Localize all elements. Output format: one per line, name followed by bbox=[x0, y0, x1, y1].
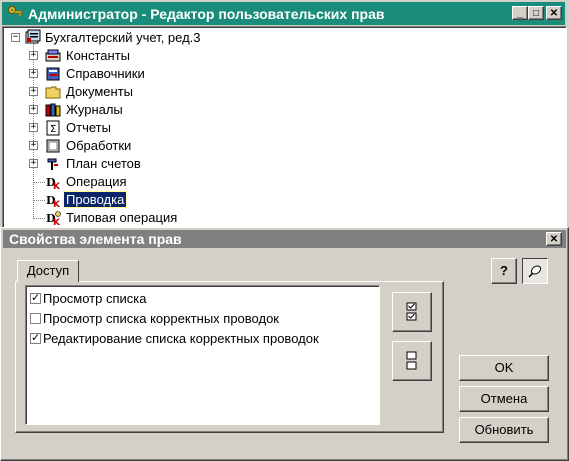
permission-item[interactable]: ✓ Редактирование списка корректных провод… bbox=[30, 330, 375, 348]
refresh-button[interactable]: Обновить bbox=[459, 417, 549, 443]
tree-item-label: Справочники bbox=[66, 66, 145, 81]
title-bar[interactable]: Администратор - Редактор пользовательски… bbox=[2, 2, 565, 25]
tree-item[interactable]: D K Проводка bbox=[3, 191, 303, 210]
journals-icon bbox=[45, 102, 61, 118]
tree-item[interactable]: + Документы bbox=[3, 83, 303, 101]
permission-label: Просмотр списка bbox=[43, 291, 147, 306]
help-button[interactable]: ? bbox=[491, 258, 517, 284]
reports-icon: Σ bbox=[45, 120, 61, 136]
checkbox-checked[interactable]: ✓ bbox=[30, 293, 41, 304]
uncheck-all-button[interactable] bbox=[392, 341, 432, 381]
tree-item[interactable]: D K Типовая операция bbox=[3, 209, 303, 228]
expand-icon[interactable]: + bbox=[29, 87, 38, 96]
tree-root[interactable]: − Бухгалтерский учет, ред.3 bbox=[3, 29, 303, 47]
cancel-button[interactable]: Отмена bbox=[459, 386, 549, 412]
expand-icon[interactable]: + bbox=[29, 69, 38, 78]
permission-label: Просмотр списка корректных проводок bbox=[43, 311, 279, 326]
tree-item-label: План счетов bbox=[66, 156, 141, 171]
tree-item-label: Константы bbox=[66, 48, 130, 63]
operation-icon: DK bbox=[45, 174, 61, 192]
tree-item[interactable]: + Константы bbox=[3, 47, 303, 65]
close-button[interactable]: ✕ bbox=[546, 6, 562, 20]
pin-button[interactable] bbox=[522, 258, 548, 284]
tree-item-label: Обработки bbox=[66, 138, 132, 153]
svg-text:K: K bbox=[53, 200, 61, 208]
check-all-icon bbox=[393, 302, 431, 334]
tree-item[interactable]: + Σ Отчеты bbox=[3, 119, 303, 137]
tree-item[interactable]: + Журналы bbox=[3, 101, 303, 119]
checkbox-checked[interactable]: ✓ bbox=[30, 333, 41, 344]
tree-item-label: Типовая операция bbox=[66, 210, 178, 225]
tree-item-label: Журналы bbox=[66, 102, 123, 117]
tree-item-label: Операция bbox=[66, 174, 127, 189]
permission-item[interactable]: ✓ Просмотр списка bbox=[30, 290, 375, 308]
permission-item[interactable]: Просмотр списка корректных проводок bbox=[30, 310, 375, 328]
typical-operation-icon: DK bbox=[45, 210, 61, 228]
properties-close-button[interactable]: ✕ bbox=[546, 232, 562, 246]
processing-icon bbox=[45, 138, 61, 154]
tree-connector bbox=[33, 218, 45, 219]
tree-item[interactable]: D K Операция bbox=[3, 173, 303, 192]
window-title: Администратор - Редактор пользовательски… bbox=[28, 6, 385, 22]
collapse-icon[interactable]: − bbox=[11, 33, 20, 42]
help-icon: ? bbox=[500, 263, 508, 278]
key-icon bbox=[7, 5, 23, 24]
tree-connector bbox=[33, 182, 45, 183]
tree-item-label: Документы bbox=[66, 84, 134, 99]
maximize-button[interactable]: □ bbox=[528, 6, 544, 20]
tree-root-label: Бухгалтерский учет, ред.3 bbox=[45, 30, 201, 45]
svg-text:Σ: Σ bbox=[50, 124, 56, 135]
properties-title-bar[interactable]: Свойства элемента прав ✕ bbox=[3, 230, 566, 248]
minimize-button[interactable]: _ bbox=[512, 6, 528, 20]
database-icon bbox=[25, 29, 41, 45]
expand-icon[interactable]: + bbox=[29, 123, 38, 132]
tree-item[interactable]: + План счетов bbox=[3, 155, 303, 173]
ok-button[interactable]: OK bbox=[459, 355, 549, 381]
properties-title: Свойства элемента прав bbox=[9, 231, 182, 247]
expand-icon[interactable]: + bbox=[29, 105, 38, 114]
permission-label: Редактирование списка корректных проводо… bbox=[43, 331, 319, 346]
uncheck-all-icon bbox=[393, 351, 431, 383]
tree-connector bbox=[33, 200, 45, 201]
checkbox-unchecked[interactable] bbox=[30, 313, 41, 324]
posting-icon: DK bbox=[45, 192, 61, 210]
expand-icon[interactable]: + bbox=[29, 141, 38, 150]
constants-icon bbox=[45, 48, 61, 64]
tree-item-label: Отчеты bbox=[66, 120, 111, 135]
pin-icon bbox=[525, 265, 545, 284]
folder-icon bbox=[45, 84, 61, 100]
tree-item[interactable]: + Справочники bbox=[3, 65, 303, 83]
rights-tree[interactable]: − Бухгалтерский учет, ред.3 + Константы + С… bbox=[2, 26, 567, 228]
chart-of-accounts-icon bbox=[45, 156, 61, 172]
tree-item[interactable]: + Обработки bbox=[3, 137, 303, 155]
permissions-list[interactable]: ✓ Просмотр списка Просмотр списка корректн… bbox=[25, 285, 380, 425]
tree-item-label: Проводка bbox=[62, 191, 128, 208]
properties-window: Свойства элемента прав ✕ Доступ ✓ Просмот… bbox=[0, 227, 569, 461]
tab-access[interactable]: Доступ bbox=[17, 260, 79, 282]
catalogs-icon bbox=[45, 66, 61, 82]
svg-text:K: K bbox=[53, 218, 61, 226]
svg-text:K: K bbox=[53, 182, 61, 190]
expand-icon[interactable]: + bbox=[29, 159, 38, 168]
expand-icon[interactable]: + bbox=[29, 51, 38, 60]
check-all-button[interactable] bbox=[392, 292, 432, 332]
